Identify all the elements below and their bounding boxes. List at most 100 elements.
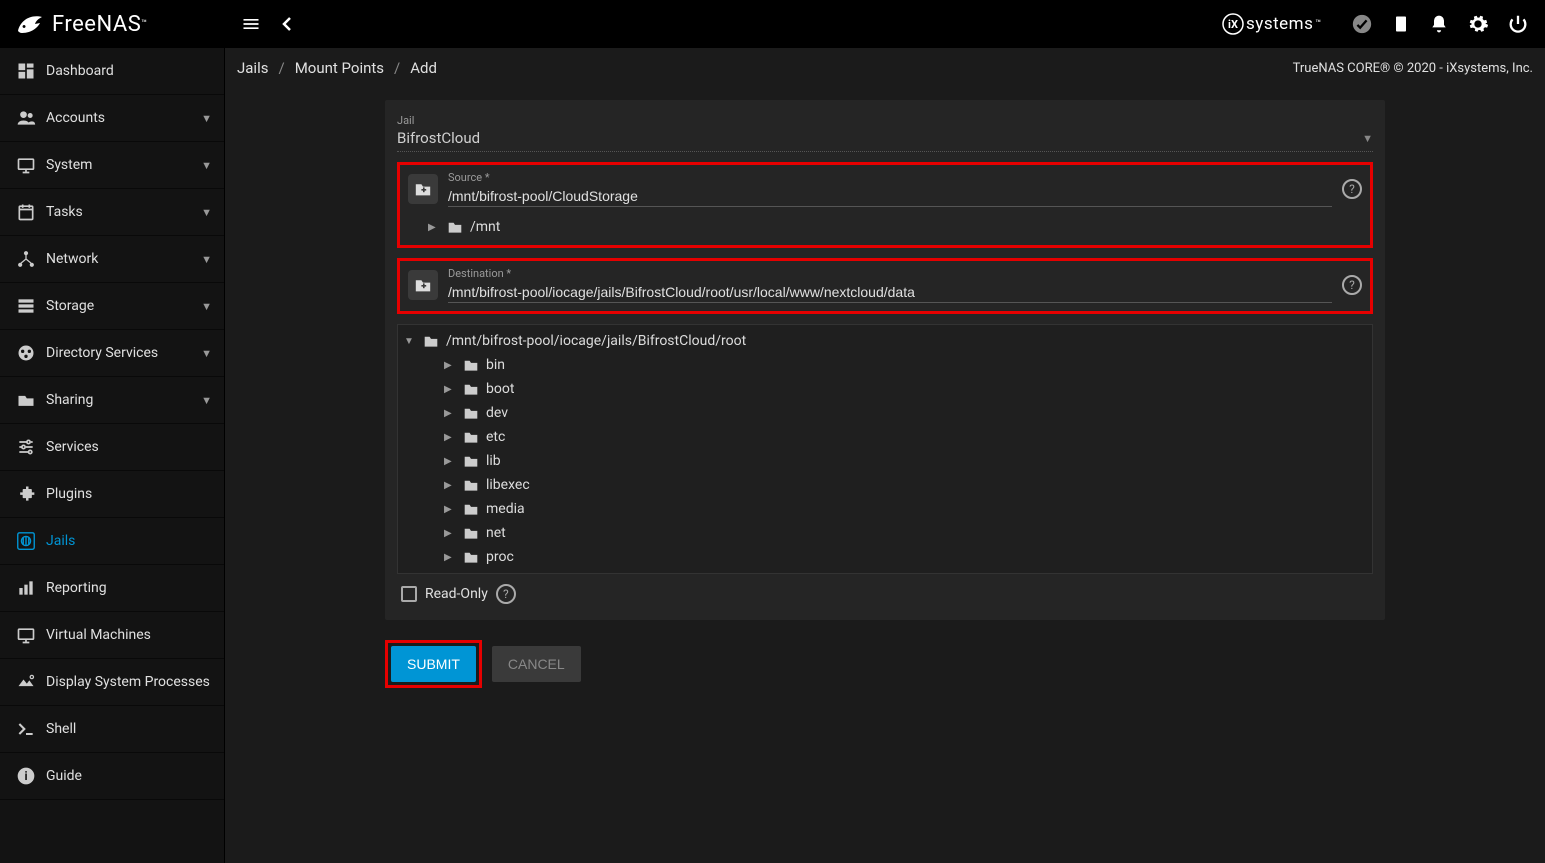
topbar: FreeNAS ™ iX systems ™ (0, 0, 1545, 48)
accounts-icon (12, 108, 40, 128)
ixsystems-logo[interactable]: iX systems ™ (1222, 13, 1321, 35)
sidebar-item-virtual-machines[interactable]: Virtual Machines (0, 612, 224, 659)
sidebar-item-accounts[interactable]: Accounts ▼ (0, 95, 224, 142)
breadcrumb-add[interactable]: Add (410, 59, 437, 77)
tree-item-etc[interactable]: ▶etc (404, 425, 1366, 449)
chevron-right-icon: ▶ (444, 432, 456, 443)
sidebar-item-guide[interactable]: i Guide (0, 753, 224, 800)
breadcrumb-bar: Jails / Mount Points / Add TrueNAS CORE®… (225, 48, 1545, 88)
reporting-icon (12, 578, 40, 598)
shell-icon (12, 719, 40, 739)
tree-item-media[interactable]: ▶media (404, 497, 1366, 521)
sidebar-item-dashboard[interactable]: Dashboard (0, 48, 224, 95)
sidebar-item-sharing[interactable]: Sharing ▼ (0, 377, 224, 424)
chevron-right-icon: ▶ (444, 408, 456, 419)
readonly-row: Read-Only ? (397, 574, 1373, 608)
svg-text:i: i (24, 769, 27, 783)
breadcrumb: Jails / Mount Points / Add (237, 59, 437, 77)
tree-item-dev[interactable]: ▶dev (404, 401, 1366, 425)
storage-icon (12, 296, 40, 316)
folder-icon (462, 454, 480, 468)
jail-label: Jail (397, 114, 1373, 127)
sidebar-item-shell[interactable]: Shell (0, 706, 224, 753)
breadcrumb-mount-points[interactable]: Mount Points (295, 59, 384, 77)
folder-icon (462, 382, 480, 396)
sidebar-item-tasks[interactable]: Tasks ▼ (0, 189, 224, 236)
submit-button[interactable]: Submit (391, 646, 476, 682)
back-icon[interactable] (281, 16, 293, 32)
create-dir-dest-button[interactable] (408, 270, 438, 300)
sidebar-item-directory-services[interactable]: Directory Services ▼ (0, 330, 224, 377)
folder-icon (462, 502, 480, 516)
sidebar-item-plugins[interactable]: Plugins (0, 471, 224, 518)
chevron-down-icon: ▼ (1362, 132, 1373, 145)
virtual-machines-icon (12, 625, 40, 645)
help-icon[interactable]: ? (496, 584, 516, 604)
tree-item-libexec[interactable]: ▶libexec (404, 473, 1366, 497)
tree-item-net[interactable]: ▶net (404, 521, 1366, 545)
create-dir-source-button[interactable] (408, 174, 438, 204)
chevron-right-icon: ▶ (444, 384, 456, 395)
sidebar-item-display-system-processes[interactable]: Display System Processes (0, 659, 224, 706)
cancel-button[interactable]: Cancel (492, 646, 581, 682)
tree-item-proc[interactable]: ▶proc (404, 545, 1366, 569)
chevron-right-icon: ▶ (444, 504, 456, 515)
jail-field[interactable]: Jail BifrostCloud ▼ (397, 114, 1373, 152)
system-icon (12, 155, 40, 175)
sidebar: Dashboard Accounts ▼ System ▼ Tasks ▼ Ne… (0, 48, 225, 863)
sidebar-item-reporting[interactable]: Reporting (0, 565, 224, 612)
chevron-right-icon: ▶ (444, 456, 456, 467)
processes-icon (12, 672, 40, 692)
sidebar-item-network[interactable]: Network ▼ (0, 236, 224, 283)
destination-highlight-box: Destination * ? (397, 258, 1373, 314)
svg-text:iX: iX (1228, 18, 1238, 31)
notifications-icon[interactable] (1429, 14, 1449, 34)
chevron-down-icon: ▼ (404, 336, 416, 347)
source-tree-mnt[interactable]: ▶ /mnt (408, 215, 1362, 239)
help-icon[interactable]: ? (1342, 179, 1362, 199)
submit-highlight-box: Submit (385, 640, 482, 688)
menu-icon[interactable] (241, 14, 261, 34)
chevron-right-icon: ▶ (428, 222, 440, 233)
plugins-icon (12, 484, 40, 504)
tree-item-bin[interactable]: ▶bin (404, 353, 1366, 377)
help-icon[interactable]: ? (1342, 275, 1362, 295)
tree-item-boot[interactable]: ▶boot (404, 377, 1366, 401)
chevron-down-icon: ▼ (201, 253, 212, 266)
ix-icon: iX (1222, 13, 1244, 35)
chevron-right-icon: ▶ (444, 480, 456, 491)
clipboard-icon[interactable] (1391, 14, 1411, 34)
power-icon[interactable] (1507, 13, 1529, 35)
folder-icon (462, 430, 480, 444)
source-input[interactable] (448, 186, 1332, 207)
sidebar-item-storage[interactable]: Storage ▼ (0, 283, 224, 330)
chevron-down-icon: ▼ (201, 300, 212, 313)
chevron-down-icon: ▼ (201, 112, 212, 125)
sidebar-item-services[interactable]: Services (0, 424, 224, 471)
mount-point-form: Jail BifrostCloud ▼ Source * ? (385, 100, 1385, 620)
chevron-down-icon: ▼ (201, 159, 212, 172)
tree-root[interactable]: ▼ /mnt/bifrost-pool/iocage/jails/Bifrost… (404, 329, 1366, 353)
folder-icon (462, 358, 480, 372)
settings-icon[interactable] (1467, 13, 1489, 35)
chevron-right-icon: ▶ (444, 528, 456, 539)
destination-tree[interactable]: ▼ /mnt/bifrost-pool/iocage/jails/Bifrost… (397, 324, 1373, 574)
directory-services-icon (12, 343, 40, 363)
folder-icon (462, 406, 480, 420)
truecommand-icon[interactable] (1351, 13, 1373, 35)
chevron-down-icon: ▼ (201, 347, 212, 360)
brand-logo[interactable]: FreeNAS ™ (8, 11, 233, 37)
sidebar-item-system[interactable]: System ▼ (0, 142, 224, 189)
breadcrumb-jails[interactable]: Jails (237, 59, 268, 77)
chevron-right-icon: ▶ (444, 360, 456, 371)
folder-icon (462, 478, 480, 492)
destination-input[interactable] (448, 282, 1332, 303)
folder-icon (446, 220, 464, 234)
jails-icon (12, 530, 40, 552)
readonly-label: Read-Only (425, 586, 488, 602)
jail-value: BifrostCloud (397, 129, 1362, 147)
tasks-icon (12, 202, 40, 222)
tree-item-lib[interactable]: ▶lib (404, 449, 1366, 473)
sidebar-item-jails[interactable]: Jails (0, 518, 224, 565)
readonly-checkbox[interactable] (401, 586, 417, 602)
